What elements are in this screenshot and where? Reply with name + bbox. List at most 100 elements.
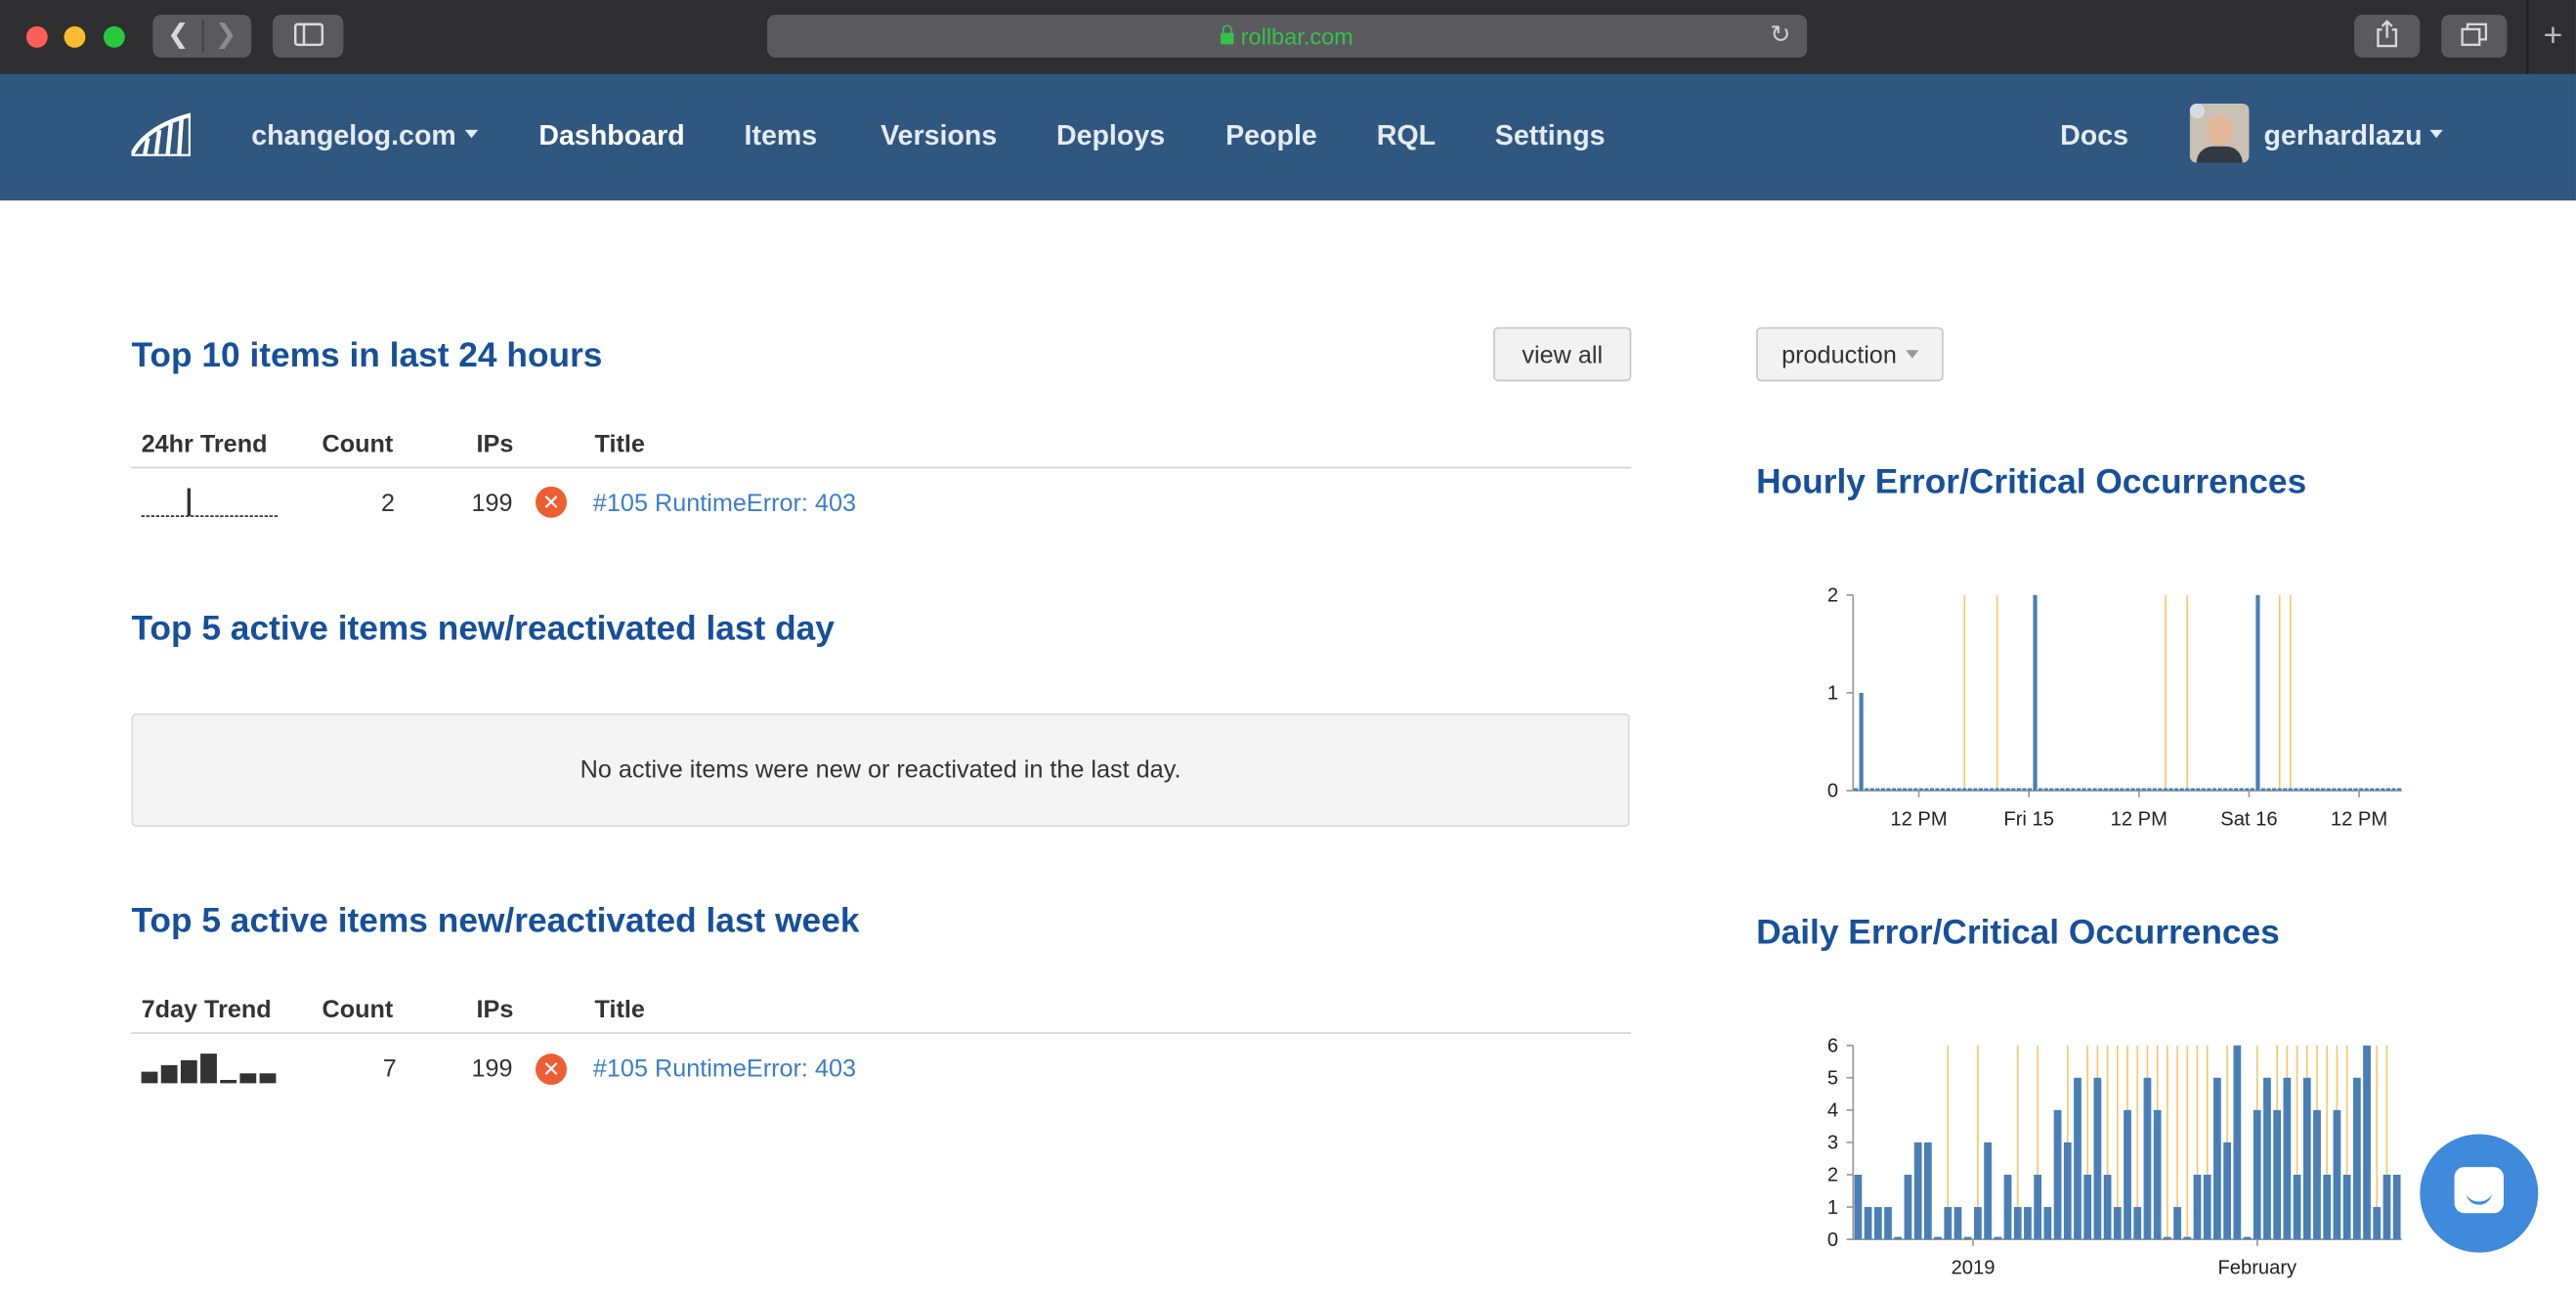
bar[interactable]	[2190, 788, 2195, 791]
col-ips-header[interactable]: IPs	[477, 996, 514, 1024]
bar[interactable]	[1884, 1207, 1892, 1240]
bar[interactable]	[1886, 788, 1891, 791]
bar[interactable]	[2013, 1207, 2022, 1240]
bar[interactable]	[2060, 788, 2065, 791]
bar[interactable]	[1880, 788, 1885, 791]
bar[interactable]	[1873, 1207, 1882, 1240]
bar[interactable]	[1974, 1207, 1982, 1240]
bar[interactable]	[1918, 788, 1923, 791]
bar[interactable]	[2364, 788, 2369, 791]
bar[interactable]	[1869, 788, 1874, 791]
bar[interactable]	[1989, 788, 1995, 791]
bar[interactable]	[2250, 788, 2255, 791]
bar[interactable]	[1963, 1236, 1972, 1240]
bar[interactable]	[2005, 788, 2010, 791]
bar[interactable]	[2000, 788, 2005, 791]
bar[interactable]	[2347, 788, 2353, 791]
bar[interactable]	[2074, 1077, 2082, 1240]
bar[interactable]	[2016, 788, 2021, 791]
back-icon[interactable]: ❮	[154, 15, 202, 58]
nav-docs[interactable]: Docs	[2060, 120, 2128, 153]
bar[interactable]	[1967, 788, 1972, 791]
bar[interactable]	[1913, 788, 1918, 791]
bar[interactable]	[2309, 788, 2315, 791]
bar[interactable]	[2168, 788, 2173, 791]
bar[interactable]	[2272, 788, 2277, 791]
bar[interactable]	[2163, 788, 2168, 791]
bar[interactable]	[2147, 788, 2152, 791]
bar[interactable]	[2049, 788, 2054, 791]
bar[interactable]	[1953, 1207, 1962, 1240]
bar[interactable]	[1923, 1141, 1932, 1240]
bar[interactable]	[2223, 1141, 2231, 1240]
bar[interactable]	[1984, 788, 1989, 791]
bar[interactable]	[1935, 788, 1940, 791]
bar[interactable]	[1929, 788, 1935, 791]
bar[interactable]	[2239, 788, 2244, 791]
nav-people[interactable]: People	[1225, 120, 1317, 153]
bar[interactable]	[2043, 1207, 2052, 1240]
bar[interactable]	[2158, 788, 2163, 791]
bar[interactable]	[2027, 788, 2033, 791]
bar[interactable]	[1908, 788, 1912, 791]
bar[interactable]	[2381, 788, 2385, 791]
tab-overview-button[interactable]	[2441, 15, 2508, 58]
bar[interactable]	[1865, 788, 1869, 791]
bar[interactable]	[2071, 788, 2076, 791]
bar[interactable]	[1875, 788, 1880, 791]
bar[interactable]	[2391, 788, 2396, 791]
bar[interactable]	[2207, 788, 2211, 791]
bar[interactable]	[2038, 788, 2043, 791]
bar[interactable]	[1924, 788, 1929, 791]
bar[interactable]	[2133, 1207, 2142, 1240]
bar[interactable]	[1956, 788, 1961, 791]
bar[interactable]	[2011, 788, 2016, 791]
bar[interactable]	[2193, 1174, 2202, 1240]
bar[interactable]	[2260, 788, 2266, 791]
bar[interactable]	[1894, 1236, 1903, 1240]
bar[interactable]	[2163, 1236, 2171, 1240]
item-link[interactable]: #105 RuntimeError: 403	[593, 490, 856, 518]
bar[interactable]	[2315, 788, 2320, 791]
bar[interactable]	[1944, 1207, 1953, 1240]
bar[interactable]	[2228, 788, 2233, 791]
bar[interactable]	[1853, 788, 1859, 791]
bar[interactable]	[2392, 1174, 2401, 1240]
nav-deploys[interactable]: Deploys	[1056, 120, 1165, 153]
bar[interactable]	[2288, 788, 2293, 791]
bar[interactable]	[2034, 1174, 2042, 1240]
bar[interactable]	[2396, 788, 2402, 791]
nav-items[interactable]: Items	[745, 120, 818, 153]
bar[interactable]	[1952, 788, 1956, 791]
bar[interactable]	[2211, 788, 2217, 791]
bar[interactable]	[2033, 594, 2038, 791]
bar[interactable]	[2321, 788, 2326, 791]
reload-icon[interactable]: ↻	[1770, 15, 1790, 58]
bar[interactable]	[2358, 788, 2364, 791]
bar[interactable]	[2093, 1077, 2102, 1240]
bar[interactable]	[2103, 788, 2108, 791]
bar[interactable]	[2024, 1207, 2032, 1240]
bar[interactable]	[1891, 788, 1897, 791]
bar[interactable]	[2103, 1174, 2112, 1240]
bar[interactable]	[2222, 788, 2228, 791]
bar[interactable]	[2043, 788, 2048, 791]
bar[interactable]	[1995, 788, 1999, 791]
environment-select[interactable]: production	[1756, 326, 1944, 382]
bar[interactable]	[2092, 788, 2097, 791]
zoom-window-button[interactable]	[103, 25, 125, 48]
address-bar[interactable]: rollbar.com ↻	[767, 15, 1808, 58]
sidebar-toggle-button[interactable]	[273, 15, 344, 58]
bar[interactable]	[2141, 788, 2146, 791]
bar[interactable]	[2113, 1207, 2122, 1240]
bar[interactable]	[2203, 1174, 2211, 1240]
bar[interactable]	[2098, 788, 2103, 791]
bar[interactable]	[2063, 1141, 2072, 1240]
rollbar-logo-icon[interactable]	[131, 110, 192, 156]
chat-launcher-button[interactable]	[2420, 1134, 2539, 1253]
bar[interactable]	[2173, 788, 2179, 791]
forward-icon[interactable]: ❯	[202, 15, 250, 58]
new-tab-button[interactable]: +	[2526, 0, 2576, 74]
bar[interactable]	[1897, 788, 1902, 791]
bar[interactable]	[2136, 788, 2141, 791]
